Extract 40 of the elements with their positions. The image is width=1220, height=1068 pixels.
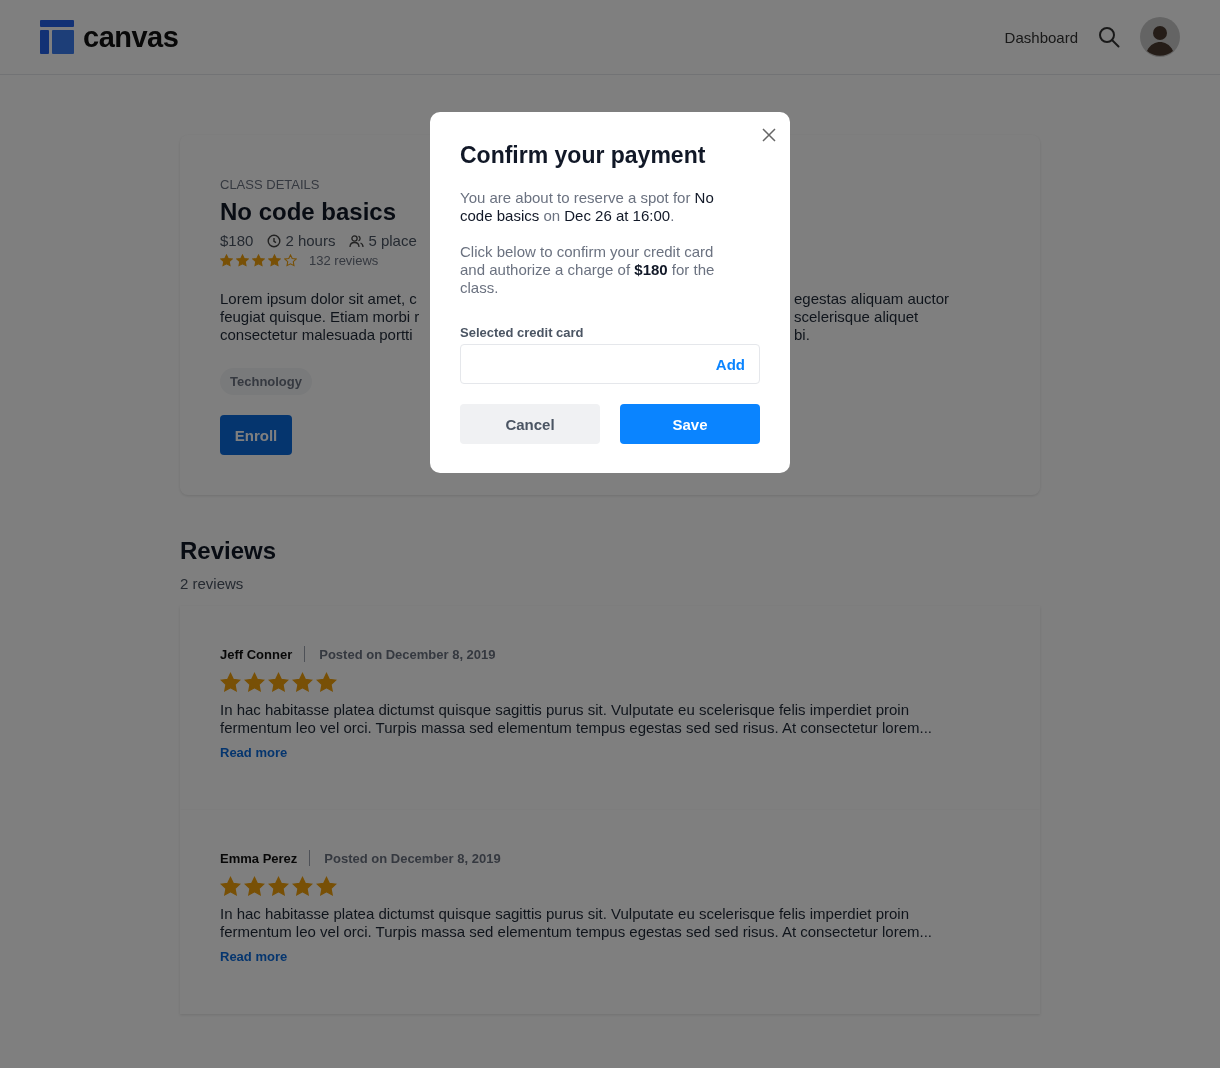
description-text: consectetur malesuada portti: [220, 326, 413, 344]
enroll-button[interactable]: Enroll: [220, 415, 292, 455]
read-more-link[interactable]: Read more: [220, 745, 288, 760]
save-button[interactable]: Save: [620, 404, 760, 444]
dialog-message: Click below to confirm your credit card and authorize a charge of $180 for the class.: [460, 243, 716, 297]
review-count: 132 reviews: [309, 253, 379, 268]
review-count: 2 reviews: [180, 575, 245, 592]
class-title: No code basics: [220, 198, 397, 226]
search-icon[interactable]: [1098, 26, 1120, 48]
description-text: Lorem ipsum dolor sit amet, c: [220, 290, 417, 308]
description-text: scelerisque aliquet: [794, 308, 919, 326]
category-tag: Technology: [220, 368, 312, 395]
review-text: In hac habitasse platea dictumst quisque sagittis purus sit. Vulputate eu scelerisque felis imperdiet proin fermentum leo vel orci. Turpis massa sed elementum tempus egestas sed sed risus. At consectetur lorem...: [220, 701, 933, 737]
read-more-link[interactable]: Read more: [220, 949, 288, 964]
dashboard-link[interactable]: Dashboard: [1004, 28, 1078, 46]
logo-icon: [40, 20, 74, 54]
reviews-heading: Reviews: [180, 537, 278, 565]
review-text: In hac habitasse platea dictumst quisque sagittis purus sit. Vulputate eu scelerisque felis imperdiet proin fermentum leo vel orci. Turpis massa sed elementum tempus egestas sed sed risus. At consectetur lorem...: [220, 905, 933, 941]
price-text: $180: [220, 232, 254, 249]
description-text: bi.: [794, 326, 810, 344]
clock-icon: [267, 233, 282, 248]
author-name: Jeff Conner: [220, 646, 293, 662]
description-text: feugiat quisque. Etiam morbi r: [220, 308, 420, 326]
duration-text: 2 hours: [285, 232, 336, 249]
logo-text[interactable]: canvas: [83, 20, 179, 54]
author-name: Emma Perez: [220, 850, 298, 866]
dialog-message: You are about to reserve a spot for No code basics on Dec 26 at 16:00.: [460, 189, 715, 225]
post-date: Posted on December 8, 2019: [319, 646, 496, 662]
people-icon: [349, 233, 365, 248]
section-label: CLASS DETAILS: [220, 177, 321, 192]
description-text: egestas aliquam auctor: [794, 290, 950, 308]
close-icon[interactable]: [762, 128, 776, 142]
credit-card-field[interactable]: Add: [460, 344, 760, 384]
cancel-button[interactable]: Cancel: [460, 404, 600, 444]
avatar-icon[interactable]: [1140, 17, 1180, 57]
field-label: Selected credit card: [460, 325, 585, 340]
places-text: 5 place: [368, 232, 417, 249]
add-link[interactable]: Add: [715, 355, 745, 373]
post-date: Posted on December 8, 2019: [324, 850, 501, 866]
dialog-title: Confirm your payment: [460, 142, 707, 169]
